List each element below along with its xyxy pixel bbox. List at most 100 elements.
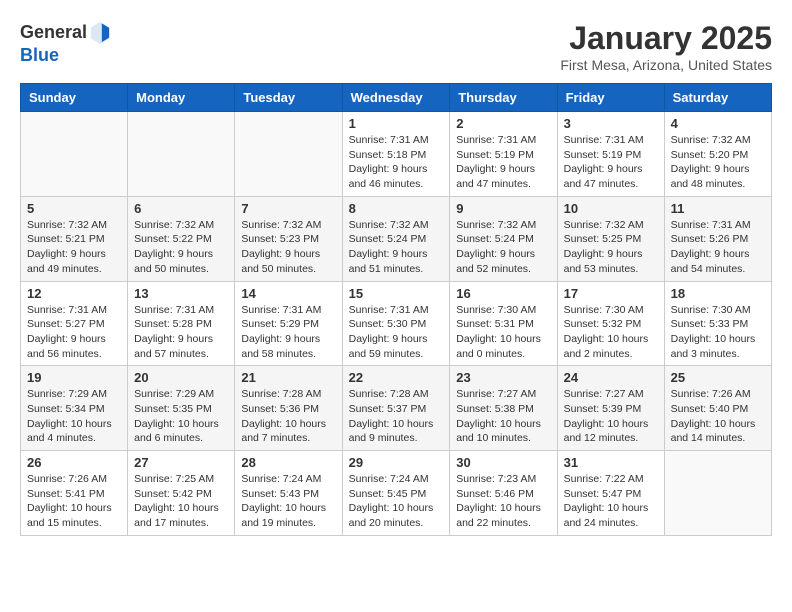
weekday-header-saturday: Saturday (664, 84, 771, 112)
calendar-week-row: 12 Sunrise: 7:31 AM Sunset: 5:27 PM Dayli… (21, 281, 772, 366)
day-info: Sunrise: 7:29 AM Sunset: 5:34 PM Dayligh… (27, 387, 121, 446)
calendar-day-cell (21, 112, 128, 197)
logo-blue: Blue (20, 45, 59, 65)
calendar-day-cell: 7 Sunrise: 7:32 AM Sunset: 5:23 PM Daylig… (235, 196, 342, 281)
day-number: 30 (456, 455, 550, 470)
day-number: 16 (456, 286, 550, 301)
subtitle: First Mesa, Arizona, United States (560, 57, 772, 73)
calendar-day-cell: 1 Sunrise: 7:31 AM Sunset: 5:18 PM Daylig… (342, 112, 450, 197)
calendar-day-cell: 11Sunrise: 7:31 AM Sunset: 5:26 PM Dayli… (664, 196, 771, 281)
day-info: Sunrise: 7:32 AM Sunset: 5:25 PM Dayligh… (564, 218, 658, 277)
weekday-header-thursday: Thursday (450, 84, 557, 112)
day-info: Sunrise: 7:31 AM Sunset: 5:19 PM Dayligh… (456, 133, 550, 192)
day-info: Sunrise: 7:32 AM Sunset: 5:21 PM Dayligh… (27, 218, 121, 277)
calendar-table: SundayMondayTuesdayWednesdayThursdayFrid… (20, 83, 772, 536)
calendar-day-cell: 10 Sunrise: 7:32 AM Sunset: 5:25 PM Dayli… (557, 196, 664, 281)
calendar-day-cell: 28 Sunrise: 7:24 AM Sunset: 5:43 PM Dayli… (235, 451, 342, 536)
day-info: Sunrise: 7:26 AM Sunset: 5:40 PM Dayligh… (671, 387, 765, 446)
calendar-day-cell: 12 Sunrise: 7:31 AM Sunset: 5:27 PM Dayli… (21, 281, 128, 366)
page-header: General Blue January 2025 First Mesa, Ar… (20, 20, 772, 73)
calendar-day-cell: 14Sunrise: 7:31 AM Sunset: 5:29 PM Dayli… (235, 281, 342, 366)
calendar-day-cell: 25 Sunrise: 7:26 AM Sunset: 5:40 PM Dayli… (664, 366, 771, 451)
day-info: Sunrise: 7:31 AM Sunset: 5:27 PM Dayligh… (27, 303, 121, 362)
day-info: Sunrise: 7:30 AM Sunset: 5:31 PM Dayligh… (456, 303, 550, 362)
calendar-day-cell: 19 Sunrise: 7:29 AM Sunset: 5:34 PM Dayli… (21, 366, 128, 451)
calendar-day-cell: 20 Sunrise: 7:29 AM Sunset: 5:35 PM Dayli… (128, 366, 235, 451)
day-info: Sunrise: 7:22 AM Sunset: 5:47 PM Dayligh… (564, 472, 658, 531)
calendar-day-cell: 5 Sunrise: 7:32 AM Sunset: 5:21 PM Daylig… (21, 196, 128, 281)
day-number: 10 (564, 201, 658, 216)
day-number: 31 (564, 455, 658, 470)
day-info: Sunrise: 7:27 AM Sunset: 5:38 PM Dayligh… (456, 387, 550, 446)
logo-general: General (20, 22, 87, 42)
day-number: 8 (349, 201, 444, 216)
calendar-day-cell: 18 Sunrise: 7:30 AM Sunset: 5:33 PM Dayli… (664, 281, 771, 366)
day-info: Sunrise: 7:32 AM Sunset: 5:22 PM Dayligh… (134, 218, 228, 277)
day-info: Sunrise: 7:30 AM Sunset: 5:32 PM Dayligh… (564, 303, 658, 362)
day-number: 29 (349, 455, 444, 470)
calendar-day-cell: 21Sunrise: 7:28 AM Sunset: 5:36 PM Dayli… (235, 366, 342, 451)
day-number: 26 (27, 455, 121, 470)
calendar-day-cell: 2 Sunrise: 7:31 AM Sunset: 5:19 PM Daylig… (450, 112, 557, 197)
day-info: Sunrise: 7:26 AM Sunset: 5:41 PM Dayligh… (27, 472, 121, 531)
calendar-day-cell: 26 Sunrise: 7:26 AM Sunset: 5:41 PM Dayli… (21, 451, 128, 536)
day-number: 7 (241, 201, 335, 216)
calendar-day-cell: 8 Sunrise: 7:32 AM Sunset: 5:24 PM Daylig… (342, 196, 450, 281)
day-number: 20 (134, 370, 228, 385)
day-info: Sunrise: 7:31 AM Sunset: 5:18 PM Dayligh… (349, 133, 444, 192)
day-number: 27 (134, 455, 228, 470)
day-number: 5 (27, 201, 121, 216)
calendar-day-cell: 23 Sunrise: 7:27 AM Sunset: 5:38 PM Dayli… (450, 366, 557, 451)
day-number: 6 (134, 201, 228, 216)
day-info: Sunrise: 7:31 AM Sunset: 5:26 PM Dayligh… (671, 218, 765, 277)
weekday-header-tuesday: Tuesday (235, 84, 342, 112)
day-info: Sunrise: 7:28 AM Sunset: 5:37 PM Dayligh… (349, 387, 444, 446)
day-number: 12 (27, 286, 121, 301)
calendar-week-row: 19 Sunrise: 7:29 AM Sunset: 5:34 PM Dayli… (21, 366, 772, 451)
day-number: 18 (671, 286, 765, 301)
calendar-day-cell: 27Sunrise: 7:25 AM Sunset: 5:42 PM Dayli… (128, 451, 235, 536)
weekday-header-monday: Monday (128, 84, 235, 112)
day-number: 28 (241, 455, 335, 470)
day-info: Sunrise: 7:30 AM Sunset: 5:33 PM Dayligh… (671, 303, 765, 362)
day-info: Sunrise: 7:28 AM Sunset: 5:36 PM Dayligh… (241, 387, 335, 446)
calendar-day-cell (128, 112, 235, 197)
day-number: 24 (564, 370, 658, 385)
day-number: 3 (564, 116, 658, 131)
calendar-week-row: 5 Sunrise: 7:32 AM Sunset: 5:21 PM Daylig… (21, 196, 772, 281)
calendar-day-cell: 17Sunrise: 7:30 AM Sunset: 5:32 PM Dayli… (557, 281, 664, 366)
day-number: 4 (671, 116, 765, 131)
day-number: 23 (456, 370, 550, 385)
day-number: 22 (349, 370, 444, 385)
main-title: January 2025 (560, 20, 772, 57)
day-info: Sunrise: 7:23 AM Sunset: 5:46 PM Dayligh… (456, 472, 550, 531)
calendar-day-cell: 9 Sunrise: 7:32 AM Sunset: 5:24 PM Daylig… (450, 196, 557, 281)
title-area: January 2025 First Mesa, Arizona, United… (560, 20, 772, 73)
weekday-header-friday: Friday (557, 84, 664, 112)
day-info: Sunrise: 7:24 AM Sunset: 5:43 PM Dayligh… (241, 472, 335, 531)
day-info: Sunrise: 7:32 AM Sunset: 5:24 PM Dayligh… (456, 218, 550, 277)
weekday-header-wednesday: Wednesday (342, 84, 450, 112)
weekday-header-row: SundayMondayTuesdayWednesdayThursdayFrid… (21, 84, 772, 112)
calendar-day-cell: 13Sunrise: 7:31 AM Sunset: 5:28 PM Dayli… (128, 281, 235, 366)
day-info: Sunrise: 7:32 AM Sunset: 5:23 PM Dayligh… (241, 218, 335, 277)
day-number: 25 (671, 370, 765, 385)
calendar-day-cell: 22 Sunrise: 7:28 AM Sunset: 5:37 PM Dayli… (342, 366, 450, 451)
day-number: 2 (456, 116, 550, 131)
calendar-day-cell: 4Sunrise: 7:32 AM Sunset: 5:20 PM Daylig… (664, 112, 771, 197)
day-number: 14 (241, 286, 335, 301)
calendar-day-cell: 29Sunrise: 7:24 AM Sunset: 5:45 PM Dayli… (342, 451, 450, 536)
day-info: Sunrise: 7:31 AM Sunset: 5:19 PM Dayligh… (564, 133, 658, 192)
calendar-day-cell: 3 Sunrise: 7:31 AM Sunset: 5:19 PM Daylig… (557, 112, 664, 197)
day-info: Sunrise: 7:29 AM Sunset: 5:35 PM Dayligh… (134, 387, 228, 446)
day-info: Sunrise: 7:31 AM Sunset: 5:30 PM Dayligh… (349, 303, 444, 362)
calendar-day-cell: 24Sunrise: 7:27 AM Sunset: 5:39 PM Dayli… (557, 366, 664, 451)
calendar-day-cell: 30 Sunrise: 7:23 AM Sunset: 5:46 PM Dayli… (450, 451, 557, 536)
calendar-day-cell (235, 112, 342, 197)
calendar-day-cell: 6 Sunrise: 7:32 AM Sunset: 5:22 PM Daylig… (128, 196, 235, 281)
day-number: 9 (456, 201, 550, 216)
day-number: 1 (349, 116, 444, 131)
day-number: 19 (27, 370, 121, 385)
day-info: Sunrise: 7:32 AM Sunset: 5:24 PM Dayligh… (349, 218, 444, 277)
day-info: Sunrise: 7:31 AM Sunset: 5:28 PM Dayligh… (134, 303, 228, 362)
